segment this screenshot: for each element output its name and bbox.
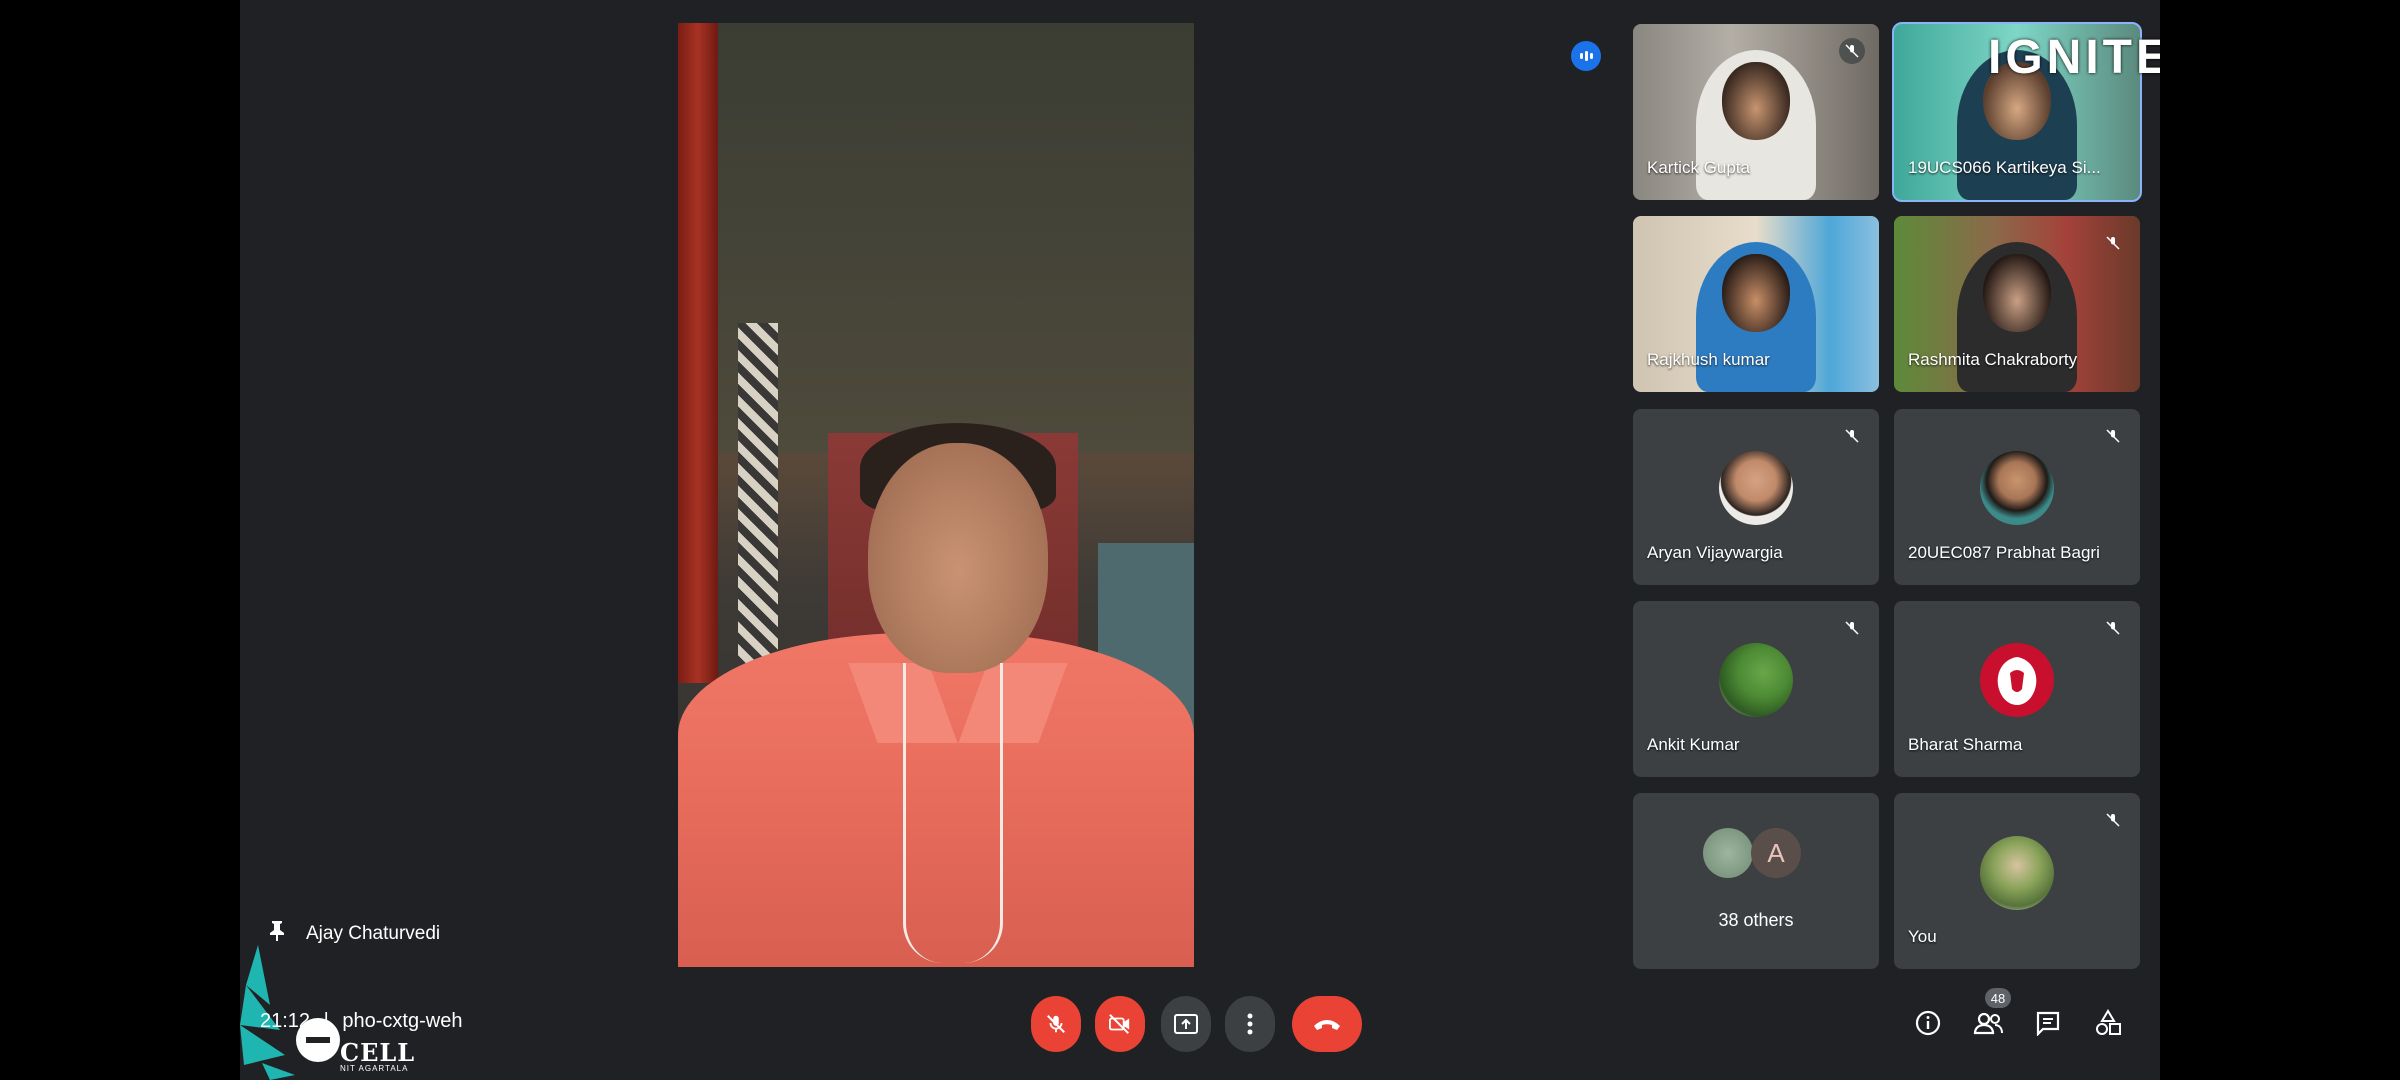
lion-logo-icon [1997, 657, 2037, 705]
participant-name: Rajkhush kumar [1647, 350, 1770, 369]
info-icon [1915, 1010, 1941, 1036]
participant-tile[interactable]: Aryan Vijaywargia [1633, 409, 1879, 585]
participant-avatar [1703, 828, 1753, 878]
ecell-subtitle: NIT AGARTALA [340, 1064, 409, 1073]
participant-name: Rashmita Chakraborty [1908, 350, 2078, 369]
ignite-watermark: IGNITE [1988, 31, 2160, 84]
pinned-speaker-label: Ajay Chaturvedi [268, 920, 440, 947]
participant-name: Kartick Gupta [1647, 158, 1750, 177]
participant-tile[interactable]: Rashmita Chakraborty [1894, 216, 2140, 392]
participant-avatar [1980, 451, 2054, 525]
people-button[interactable] [1970, 1005, 2006, 1041]
tile-face [1983, 254, 2051, 332]
meet-stage: Kartick Gupta 19UCS066 Kartikeya Si... I… [240, 0, 2160, 1080]
mic-off-icon [2100, 230, 2126, 256]
participant-avatar [1980, 836, 2054, 910]
participant-tile-others[interactable]: A 38 others [1633, 793, 1879, 969]
pinned-speaker-name: Ajay Chaturvedi [306, 922, 441, 944]
meeting-time: 21:12 [260, 1010, 311, 1032]
chat-button[interactable] [2030, 1005, 2066, 1041]
speaker-head [868, 443, 1048, 673]
participant-tile[interactable]: Ankit Kumar [1633, 601, 1879, 777]
meeting-info: 21:12 | pho-cxtg-weh [260, 1010, 462, 1033]
activities-button[interactable] [2090, 1005, 2126, 1041]
mic-off-icon [1047, 1015, 1065, 1033]
video-curtain [678, 23, 718, 683]
chat-icon [2036, 1011, 2060, 1036]
present-screen-button[interactable] [1161, 996, 1211, 1052]
participant-name: Ankit Kumar [1647, 735, 1740, 754]
camera-off-icon [1108, 1014, 1130, 1034]
participant-name: Aryan Vijaywargia [1647, 543, 1783, 562]
meeting-separator: | [323, 1010, 329, 1032]
activities-icon [2096, 1009, 2121, 1035]
camera-toggle-button[interactable] [1095, 996, 1145, 1052]
tile-face [1722, 254, 1790, 332]
ecell-title: CELL [340, 1038, 416, 1067]
participant-avatar-letter: A [1751, 828, 1801, 878]
tile-face [1722, 62, 1790, 140]
pin-icon[interactable] [268, 920, 286, 947]
mic-off-icon [1839, 615, 1865, 641]
end-call-button[interactable] [1292, 996, 1362, 1052]
participant-avatar [1980, 643, 2054, 717]
participant-tile-self[interactable]: You [1894, 793, 2140, 969]
participant-avatar [1719, 643, 1793, 717]
participant-tile[interactable]: Rajkhush kumar [1633, 216, 1879, 392]
more-options-button[interactable] [1225, 996, 1275, 1052]
participant-name: 20UEC087 Prabhat Bagri [1908, 543, 2100, 562]
video-background [718, 23, 1194, 453]
speaking-indicator-icon [1571, 41, 1601, 71]
people-count-badge: 48 [1985, 988, 2011, 1008]
mic-off-icon [1839, 423, 1865, 449]
mic-off-icon [2100, 615, 2126, 641]
people-icon [1973, 1012, 2003, 1035]
main-video[interactable] [678, 23, 1194, 967]
mic-off-icon [2100, 423, 2126, 449]
participant-name: 19UCS066 Kartikeya Si... [1908, 158, 2101, 177]
more-vert-icon [1247, 1013, 1253, 1035]
mic-off-icon [2100, 807, 2126, 833]
mic-off-icon [1839, 38, 1865, 64]
hang-up-icon [1314, 1020, 1340, 1030]
participant-tile[interactable]: Kartick Gupta [1633, 24, 1879, 200]
others-count: 38 others [1718, 910, 1794, 930]
participant-name: Bharat Sharma [1908, 735, 2023, 754]
present-screen-icon [1174, 1014, 1198, 1034]
participant-tile[interactable]: Bharat Sharma [1894, 601, 2140, 777]
meeting-details-button[interactable] [1910, 1005, 1946, 1041]
participant-avatar [1719, 451, 1793, 525]
participant-tile[interactable]: 20UEC087 Prabhat Bagri [1894, 409, 2140, 585]
meeting-code: pho-cxtg-weh [342, 1010, 463, 1032]
speaker-earphones [903, 663, 1003, 963]
participant-name: You [1908, 927, 1937, 946]
mic-toggle-button[interactable] [1031, 996, 1081, 1052]
